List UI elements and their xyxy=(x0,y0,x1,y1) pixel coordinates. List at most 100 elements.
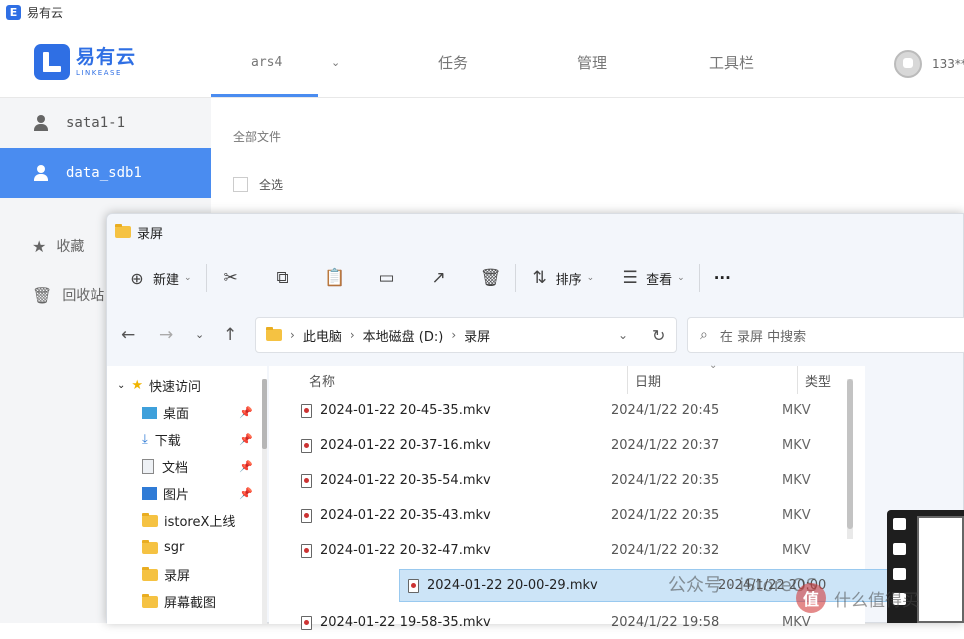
nav-folder-istorex[interactable]: istoreX上线 xyxy=(142,507,235,534)
nav-pane-scrollbar[interactable] xyxy=(262,379,267,624)
nav-device-select[interactable]: ars4 xyxy=(251,55,282,70)
file-row[interactable]: 2024-01-22 20-45-35.mkv 2024/1/22 20:45 … xyxy=(293,394,849,427)
folder-icon xyxy=(142,566,158,581)
trash-icon: 🗑 xyxy=(32,285,53,305)
chevron-down-icon: ⌄ xyxy=(677,273,685,283)
back-arrow-icon[interactable]: ← xyxy=(121,325,135,345)
nav-toolbar[interactable]: 工具栏 xyxy=(709,52,754,73)
chevron-down-icon: ⌄ xyxy=(586,273,595,283)
nav-desktop[interactable]: 桌面 📌 xyxy=(142,399,253,426)
column-divider[interactable] xyxy=(627,366,628,394)
nav-manage[interactable]: 管理 xyxy=(577,52,607,73)
site-watermark: 什么值得买 xyxy=(834,591,919,611)
file-name: 2024-01-22 20-32-47.mkv xyxy=(320,543,491,558)
navigation-pane: ⌄ ★ 快速访问 桌面 📌 ⤓ 下载 📌 文档 📌 图片 📌 istoreX上线 xyxy=(107,366,267,624)
file-date: 2024/1/22 20:35 xyxy=(611,508,720,523)
film-hole xyxy=(893,543,906,555)
nav-pictures[interactable]: 图片 📌 xyxy=(142,480,253,507)
paste-icon[interactable]: 📋 xyxy=(324,268,345,288)
nav-label: 桌面 xyxy=(163,407,190,422)
sidebar-item-data-sdb1[interactable]: data_sdb1 xyxy=(0,148,211,198)
nav-folder-sgr[interactable]: sgr xyxy=(142,534,184,561)
column-divider[interactable] xyxy=(797,366,798,394)
toolbar-divider xyxy=(514,264,516,292)
explorer-toolbar: ⊕ 新建 ⌄ ✂ ⧉ 📋 ▭ ↗ 🗑 ⇅ 排序 ⌄ ☰ 查看 ⌄ ··· xyxy=(107,250,963,306)
brand-logo[interactable]: 易有云 LINKEASE xyxy=(34,44,136,80)
forward-arrow-icon[interactable]: → xyxy=(159,325,173,345)
video-file-icon xyxy=(301,473,312,488)
rename-icon[interactable]: ▭ xyxy=(377,268,397,288)
sidebar-item-recycle-bin[interactable]: 🗑 回收站 xyxy=(32,285,104,305)
address-crumb-drive[interactable]: 本地磁盘 (D:) xyxy=(363,326,444,345)
video-file-icon xyxy=(301,543,312,558)
sidebar-item-sata1-1[interactable]: sata1-1 xyxy=(0,98,211,148)
select-all-checkbox[interactable]: 全选 xyxy=(233,176,283,193)
download-icon: ⤓ xyxy=(142,432,148,447)
file-name: 2024-01-22 20-37-16.mkv xyxy=(320,438,491,453)
document-icon xyxy=(142,459,154,474)
copy-icon[interactable]: ⧉ xyxy=(273,268,293,288)
view-list-icon: ☰ xyxy=(622,268,638,288)
file-list-scrollbar[interactable] xyxy=(847,379,853,539)
nav-folder-recordings[interactable]: 录屏 xyxy=(142,561,190,588)
nav-quick-access[interactable]: ⌄ ★ 快速访问 xyxy=(117,372,201,399)
folder-icon xyxy=(266,327,282,341)
recent-locations-icon[interactable]: ⌄ xyxy=(195,328,204,341)
nav-label: 下载 xyxy=(154,434,181,449)
chevron-down-icon[interactable]: ⌄ xyxy=(331,56,340,69)
nav-label: 图片 xyxy=(163,488,190,503)
cut-icon[interactable]: ✂ xyxy=(221,268,241,288)
user-name[interactable]: 133** xyxy=(932,57,964,71)
file-date: 2024/1/22 20:45 xyxy=(611,403,720,418)
nav-documents[interactable]: 文档 📌 xyxy=(142,453,253,480)
address-crumb-folder[interactable]: 录屏 xyxy=(464,326,490,345)
file-type: MKV xyxy=(782,508,811,523)
sort-button[interactable]: ⇅ 排序 ⌄ xyxy=(530,268,595,288)
file-explorer-window: 录屏 ⊕ 新建 ⌄ ✂ ⧉ 📋 ▭ ↗ 🗑 ⇅ 排序 ⌄ ☰ 查看 ⌄ ··· … xyxy=(106,213,964,630)
breadcrumb[interactable]: 全部文件 xyxy=(233,128,281,145)
film-hole xyxy=(893,518,906,530)
more-options-icon[interactable]: ··· xyxy=(714,269,731,287)
person-icon xyxy=(34,115,48,131)
file-row[interactable]: 2024-01-22 20-37-16.mkv 2024/1/22 20:37 … xyxy=(293,429,849,462)
column-header-date[interactable]: 日期 xyxy=(635,371,661,390)
select-all-label: 全选 xyxy=(259,178,284,192)
brand-name: 易有云 xyxy=(76,45,137,68)
address-crumb-this-pc[interactable]: 此电脑 xyxy=(303,326,342,345)
file-row[interactable]: 2024-01-22 20-32-47.mkv 2024/1/22 20:32 … xyxy=(293,534,849,567)
nav-label: sgr xyxy=(164,540,185,555)
up-arrow-icon[interactable]: ↑ xyxy=(223,325,237,345)
address-bar[interactable]: › 此电脑 › 本地磁盘 (D:) › 录屏 ⌄ ↻ xyxy=(255,317,677,353)
sidebar-item-label: sata1-1 xyxy=(66,115,126,131)
search-input[interactable]: ⌕ 在 录屏 中搜索 xyxy=(687,317,964,353)
sidebar-item-label: 收藏 xyxy=(56,239,85,255)
file-row[interactable]: 2024-01-22 20-35-43.mkv 2024/1/22 20:35 … xyxy=(293,499,849,532)
pin-icon: 📌 xyxy=(239,460,253,473)
nav-downloads[interactable]: ⤓ 下载 📌 xyxy=(142,426,253,453)
chevron-down-icon: ⌄ xyxy=(184,273,192,283)
avatar[interactable] xyxy=(894,50,922,78)
nav-label: istoreX上线 xyxy=(164,515,236,530)
person-icon xyxy=(34,165,48,181)
delete-icon[interactable]: 🗑 xyxy=(480,268,502,288)
nav-label: 快速访问 xyxy=(149,380,202,395)
column-header-type[interactable]: 类型 xyxy=(805,371,831,390)
checkbox-icon[interactable] xyxy=(233,177,248,192)
chevron-down-icon: ⌄ xyxy=(117,380,126,391)
video-file-icon xyxy=(301,403,312,418)
file-row[interactable]: 2024-01-22 20-35-54.mkv 2024/1/22 20:35 … xyxy=(293,464,849,497)
share-icon[interactable]: ↗ xyxy=(429,268,449,288)
star-icon: ★ xyxy=(32,236,47,256)
new-button[interactable]: ⊕ 新建 ⌄ xyxy=(127,268,192,288)
nav-tasks[interactable]: 任务 xyxy=(438,52,468,73)
sort-label: 排序 xyxy=(555,272,582,288)
nav-folder-screenshots[interactable]: 屏幕截图 xyxy=(142,588,216,615)
file-type: MKV xyxy=(782,543,811,558)
view-button[interactable]: ☰ 查看 ⌄ xyxy=(620,268,685,288)
sidebar-item-favorites[interactable]: ★ 收藏 xyxy=(32,236,84,256)
folder-icon xyxy=(142,593,158,608)
file-type: MKV xyxy=(782,403,811,418)
address-dropdown-icon[interactable]: ⌄ xyxy=(618,328,628,342)
column-header-name[interactable]: 名称 xyxy=(309,371,335,390)
refresh-icon[interactable]: ↻ xyxy=(652,326,665,345)
